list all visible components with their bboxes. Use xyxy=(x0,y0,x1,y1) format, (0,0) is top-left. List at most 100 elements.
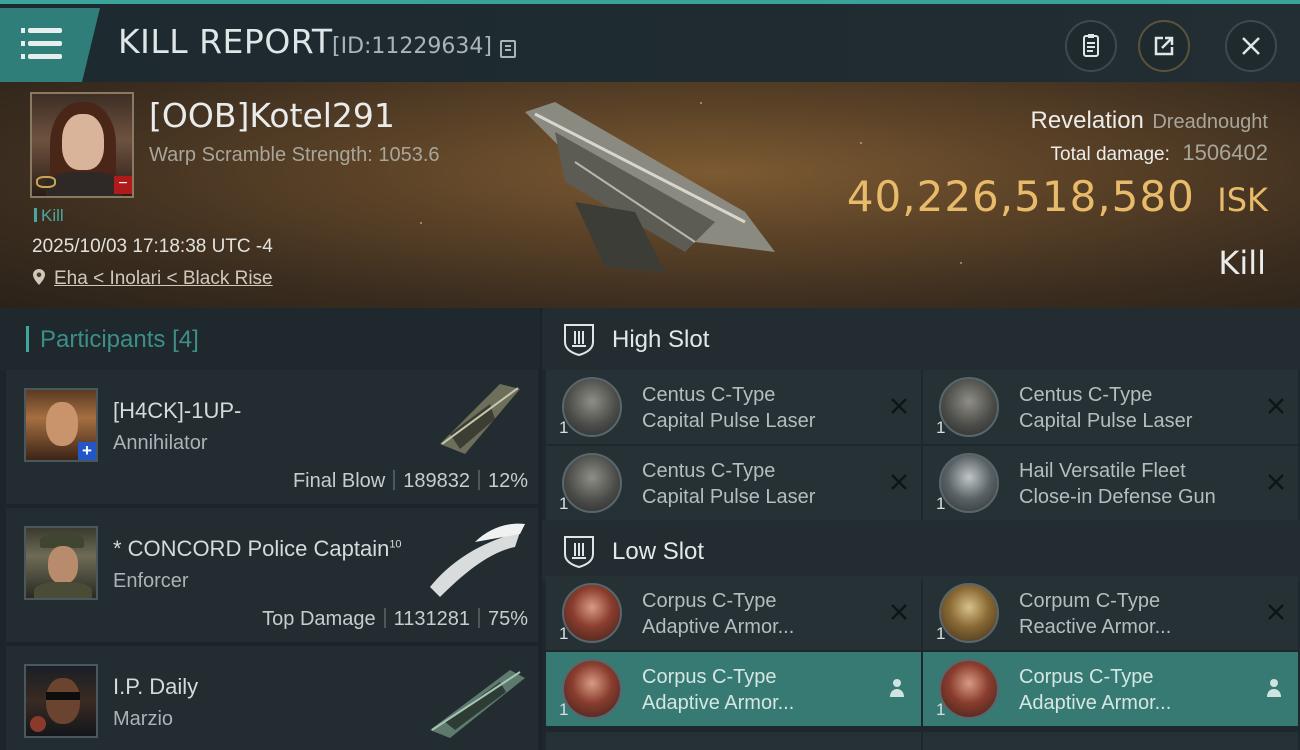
participant-ship-image xyxy=(440,384,520,454)
participant-row[interactable]: * CONCORD Police Captain10 Enforcer Top … xyxy=(6,508,538,642)
ship-class: Dreadnought xyxy=(1152,111,1268,133)
participant-ship-image xyxy=(430,670,525,738)
clipboard-icon xyxy=(1083,34,1099,57)
module-name-line2: Adaptive Armor... xyxy=(1019,692,1172,714)
participant-row[interactable]: + [H4CK]-1UP- Annihilator Final Blow 1898… xyxy=(6,370,538,504)
participant-name[interactable]: [H4CK]-1UP- xyxy=(113,398,241,424)
kill-tag: Kill xyxy=(34,206,64,226)
high-slot-header: High Slot xyxy=(542,308,1300,370)
module-item[interactable]: 1 Corpus C-Type Adaptive Armor... xyxy=(923,652,1298,726)
destroyed-x-icon xyxy=(1268,604,1284,620)
victim-ship-line: Revelation Dreadnought xyxy=(1030,107,1268,135)
low-slot-icon xyxy=(564,536,594,568)
module-name-line2: Capital Pulse Laser xyxy=(642,486,816,508)
location-link[interactable]: Eha < Inolari < Black Rise xyxy=(54,268,273,290)
victim-ship-image xyxy=(525,102,775,272)
high-slot-icon xyxy=(564,324,594,356)
destroyed-x-icon xyxy=(891,604,907,620)
module-item[interactable]: 1 Centus C-Type Capital Pulse Laser xyxy=(546,370,921,444)
module-quantity: 1 xyxy=(936,494,946,513)
participant-row[interactable]: I.P. Daily Marzio xyxy=(6,646,538,750)
armor-hardener-icon xyxy=(939,583,999,643)
module-name-line1: Centus C-Type xyxy=(1019,384,1153,406)
module-name-line2: Capital Pulse Laser xyxy=(1019,410,1193,432)
isk-value-line: 40,226,518,580 ISK xyxy=(847,172,1268,221)
dropped-person-icon xyxy=(890,679,904,697)
share-button[interactable] xyxy=(1138,20,1190,72)
dropped-person-icon xyxy=(1267,679,1281,697)
avatar[interactable]: + xyxy=(24,388,98,462)
armor-hardener-icon xyxy=(562,583,622,643)
module-name-line2: Adaptive Armor... xyxy=(642,692,795,714)
defense-gun-icon xyxy=(939,453,999,513)
module-name-line1: Corpum C-Type xyxy=(1019,590,1161,612)
module-name-line1: Corpus C-Type xyxy=(642,666,777,688)
status-badge: − xyxy=(114,176,132,194)
module-item[interactable]: 1 Centus C-Type Capital Pulse Laser xyxy=(546,446,921,520)
kill-id: [ID:11229634] xyxy=(332,34,492,59)
header-bar: KILL REPORT [ID:11229634] xyxy=(0,0,1300,82)
module-item[interactable]: 1 Corpus C-Type Adaptive Armor... xyxy=(546,576,921,650)
module-quantity: 1 xyxy=(936,624,946,643)
total-damage-value: 1506402 xyxy=(1182,140,1268,165)
kill-timestamp: 2025/10/03 17:18:38 UTC -4 xyxy=(32,236,273,257)
module-item[interactable]: 1 Corpus C-Type Adaptive Armor... xyxy=(546,652,921,726)
module-item[interactable]: 1 Hail Versatile Fleet Close-in Defense … xyxy=(923,446,1298,520)
avatar[interactable] xyxy=(24,664,98,738)
participant-stats: Top Damage 1131281 75% xyxy=(262,608,528,630)
page-title: KILL REPORT xyxy=(118,22,333,61)
module-name-line1: Centus C-Type xyxy=(642,384,776,406)
module-name-line2: Adaptive Armor... xyxy=(642,616,795,638)
copy-icon[interactable] xyxy=(500,40,516,58)
low-slot-title: Low Slot xyxy=(612,538,705,565)
participant-ship: Annihilator xyxy=(113,432,208,454)
module-name-line1: Centus C-Type xyxy=(642,460,776,482)
module-name-line1: Hail Versatile Fleet xyxy=(1019,460,1186,482)
avatar[interactable] xyxy=(24,526,98,600)
module-name-line2: Close-in Defense Gun xyxy=(1019,486,1216,508)
close-icon xyxy=(1242,37,1260,55)
module-name-line1: Corpus C-Type xyxy=(1019,666,1154,688)
location-pin-icon xyxy=(33,269,45,285)
close-button[interactable] xyxy=(1225,20,1277,72)
module-item[interactable] xyxy=(923,732,1298,750)
armor-hardener-icon xyxy=(562,659,622,719)
destroyed-x-icon xyxy=(891,398,907,414)
module-item[interactable]: 1 Corpum C-Type Reactive Armor... xyxy=(923,576,1298,650)
isk-unit: ISK xyxy=(1217,181,1268,219)
module-quantity: 1 xyxy=(559,494,569,513)
module-quantity: 1 xyxy=(936,418,946,437)
module-quantity: 1 xyxy=(559,624,569,643)
module-item[interactable]: 1 Centus C-Type Capital Pulse Laser xyxy=(923,370,1298,444)
participant-ship: Marzio xyxy=(113,708,174,730)
ship-name[interactable]: Revelation xyxy=(1030,107,1143,134)
pulse-laser-icon xyxy=(562,453,622,513)
destroyed-x-icon xyxy=(891,474,907,490)
plus-badge: + xyxy=(78,442,96,460)
warp-scramble-strength: Warp Scramble Strength: 1053.6 xyxy=(149,144,440,166)
participants-panel: Participants [4] + [H4CK]-1UP- Annihilat… xyxy=(0,308,540,750)
isk-value: 40,226,518,580 xyxy=(846,172,1195,221)
module-name-line2: Capital Pulse Laser xyxy=(642,410,816,432)
module-quantity: 1 xyxy=(559,700,569,719)
participants-header: Participants [4] xyxy=(0,308,540,370)
victim-name[interactable]: [OOB]Kotel291 xyxy=(149,96,395,135)
participant-name[interactable]: I.P. Daily xyxy=(113,674,198,700)
fitting-slots-panel: High Slot 1 Centus C-Type Capital Pulse … xyxy=(542,308,1300,750)
high-slot-title: High Slot xyxy=(612,326,710,353)
module-quantity: 1 xyxy=(559,418,569,437)
participant-name[interactable]: * CONCORD Police Captain10 xyxy=(113,536,402,562)
total-damage-label: Total damage: xyxy=(1050,144,1170,165)
menu-button[interactable] xyxy=(0,8,100,82)
destroyed-x-icon xyxy=(1268,474,1284,490)
share-icon xyxy=(1154,36,1174,56)
total-damage-line: Total damage: 1506402 xyxy=(1051,140,1268,166)
destroyed-x-icon xyxy=(1268,398,1284,414)
module-item[interactable] xyxy=(546,732,921,750)
module-quantity: 1 xyxy=(936,700,946,719)
kill-type: Kill xyxy=(1218,244,1266,282)
participant-ship-image xyxy=(430,523,525,597)
corp-emblem-icon xyxy=(36,176,56,188)
clipboard-button[interactable] xyxy=(1065,20,1117,72)
pulse-laser-icon xyxy=(562,377,622,437)
